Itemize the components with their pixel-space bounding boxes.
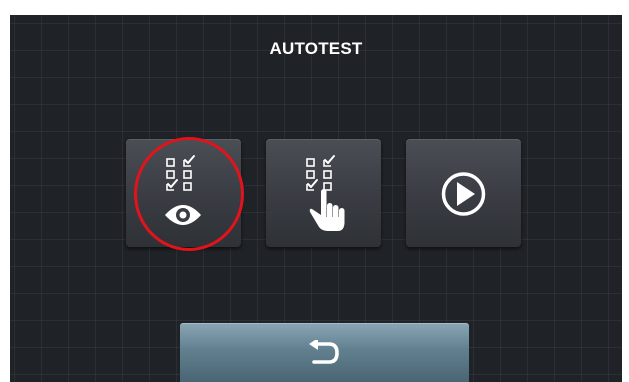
checklist-hand-icon [306, 155, 345, 231]
page-title: AUTOTEST [269, 39, 363, 58]
view-test-results-button[interactable] [126, 139, 241, 247]
return-arrow-icon [309, 340, 339, 364]
autotest-screen: AUTOTEST [10, 15, 622, 382]
play-icon [441, 172, 486, 216]
back-button[interactable] [180, 323, 469, 382]
manual-test-button[interactable] [266, 139, 381, 247]
checklist-eye-icon [165, 155, 201, 225]
run-autotest-button[interactable] [406, 139, 521, 247]
